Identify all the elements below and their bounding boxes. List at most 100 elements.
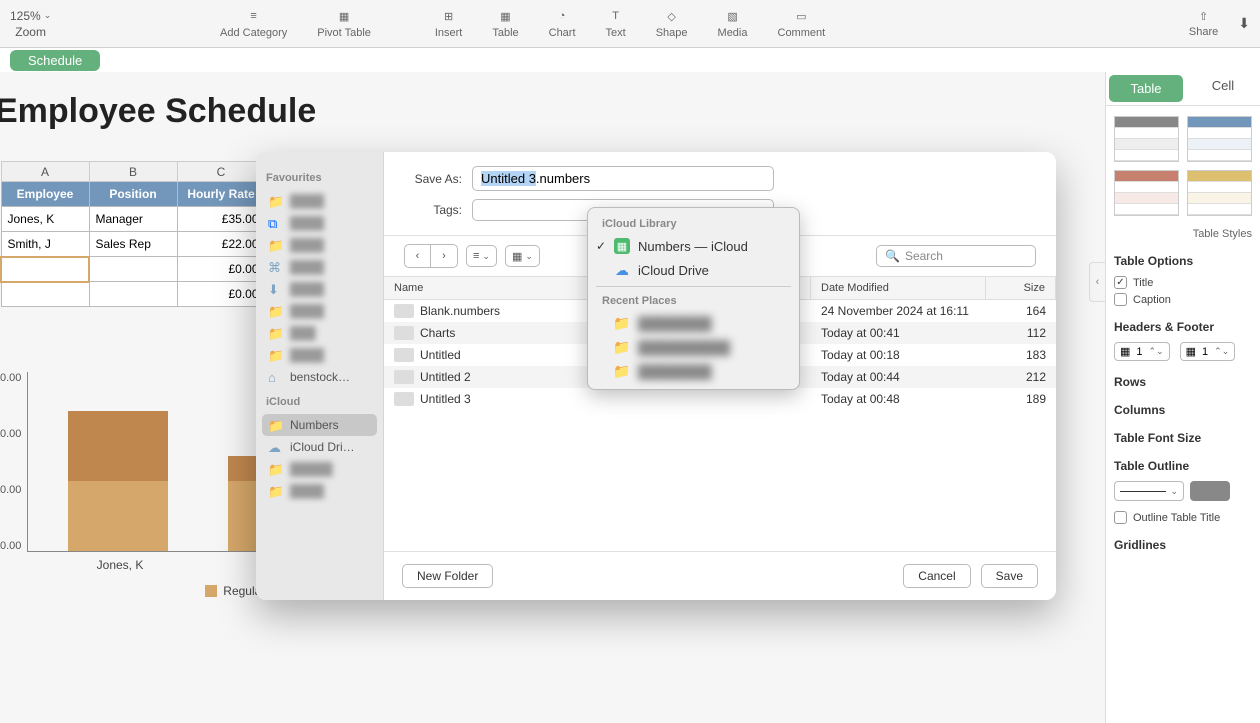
sheet-tab-schedule[interactable]: Schedule (10, 50, 100, 71)
file-icon (394, 370, 414, 384)
folder-icon: 📁 (268, 304, 284, 318)
popup-item-icloud-drive[interactable]: ☁iCloud Drive (588, 258, 799, 282)
cell[interactable]: Sales Rep (89, 232, 177, 257)
search-field[interactable]: 🔍Search (876, 245, 1036, 267)
spreadsheet-table[interactable]: ABC EmployeePositionHourly Rate Jones, K… (0, 161, 266, 307)
sidebar-item[interactable]: 📁████ (262, 190, 377, 212)
table-style-thumb[interactable] (1114, 116, 1179, 162)
list-view-button[interactable]: ≡⌄ (466, 245, 497, 267)
sidebar-item[interactable]: 📁████ (262, 344, 377, 366)
file-row[interactable]: Untitled 3Today at 00:48189 (384, 388, 1056, 410)
checkbox-checked-icon: ✓ (1114, 276, 1127, 289)
sidebar-header-favourites: Favourites (266, 172, 373, 184)
popup-item-recent[interactable]: 📁██████████ (588, 335, 799, 359)
sidebar-item[interactable]: 📁████ (262, 300, 377, 322)
rows-label[interactable]: Rows (1114, 375, 1252, 389)
popup-item-recent[interactable]: 📁████████ (588, 311, 799, 335)
cell[interactable]: Jones, K (1, 207, 89, 232)
share-button[interactable]: ⇧Share (1189, 10, 1218, 38)
grid-icon: ▦ (1186, 345, 1196, 358)
shape-button[interactable]: ◇Shape (656, 8, 688, 39)
back-button[interactable]: ‹ (405, 245, 431, 267)
title-checkbox-row[interactable]: ✓Title (1114, 276, 1252, 289)
cell[interactable]: Manager (89, 207, 177, 232)
cell[interactable]: £0.00 (177, 257, 265, 282)
dialog-sidebar: Favourites 📁████ ⧉████ 📁████ ⌘████ ⬇████… (256, 152, 384, 600)
table-style-thumb[interactable] (1187, 170, 1252, 216)
sidebar-item-numbers[interactable]: 📁Numbers (262, 414, 377, 436)
sidebar-item[interactable]: ⧉████ (262, 212, 377, 234)
add-category-button[interactable]: ≡Add Category (220, 8, 287, 39)
chart-button[interactable]: ◔Chart (549, 8, 576, 39)
file-icon (394, 326, 414, 340)
outline-title-checkbox-row[interactable]: Outline Table Title (1114, 511, 1252, 524)
inspector-tab-cell[interactable]: Cell (1186, 72, 1260, 105)
sidebar-item-icloud-drive[interactable]: ☁iCloud Dri… (262, 436, 377, 458)
popup-item-recent[interactable]: 📁████████ (588, 359, 799, 383)
sidebar-item[interactable]: 📁███ (262, 322, 377, 344)
cancel-button[interactable]: Cancel (903, 564, 970, 588)
column-header[interactable]: B (89, 162, 177, 182)
tags-label: Tags: (404, 203, 462, 217)
save-button[interactable]: Save (981, 564, 1038, 588)
text-button[interactable]: TText (606, 8, 626, 39)
outline-color[interactable] (1190, 481, 1230, 501)
sidebar-item[interactable]: 📁█████ (262, 458, 377, 480)
header-cell[interactable]: Hourly Rate (177, 182, 265, 207)
column-header[interactable]: C (177, 162, 265, 182)
zoom-button[interactable]: 125%⌄ Zoom (10, 9, 51, 39)
popup-item-numbers-icloud[interactable]: ✓▦Numbers — iCloud (588, 234, 799, 258)
download-icon: ⬇ (268, 282, 284, 296)
comment-button[interactable]: ▭Comment (778, 8, 826, 39)
comment-icon: ▭ (791, 8, 811, 24)
font-size-label: Table Font Size (1114, 431, 1252, 445)
folder-icon: 📁 (614, 339, 630, 355)
cell[interactable] (89, 282, 177, 307)
header-cell[interactable]: Position (89, 182, 177, 207)
cell[interactable]: £35.00 (177, 207, 265, 232)
folder-icon: 📁 (268, 484, 284, 498)
separator (596, 286, 791, 287)
caption-checkbox-row[interactable]: Caption (1114, 293, 1252, 306)
column-header[interactable]: A (1, 162, 89, 182)
cell[interactable]: Smith, J (1, 232, 89, 257)
document-title: Employee Schedule (0, 92, 1105, 131)
new-folder-button[interactable]: New Folder (402, 564, 493, 588)
folder-icon: 📁 (268, 348, 284, 362)
table-styles-grid[interactable] (1114, 116, 1252, 216)
sidebar-item[interactable]: 📁████ (262, 234, 377, 256)
forward-button[interactable]: › (431, 245, 457, 267)
cell[interactable]: £0.00 (177, 282, 265, 307)
collapse-toolbar-icon[interactable]: ⬇ (1238, 15, 1250, 32)
filename-input[interactable]: Untitled 3.numbers (472, 166, 774, 191)
cell[interactable]: £22.00 (177, 232, 265, 257)
cloud-icon: ☁ (614, 262, 630, 278)
selected-cell[interactable] (1, 257, 89, 282)
table-button[interactable]: ▦Table (492, 8, 518, 39)
inspector-collapse-button[interactable]: ‹ (1089, 262, 1105, 302)
location-dropdown[interactable]: iCloud Library ✓▦Numbers — iCloud ☁iClou… (587, 207, 800, 390)
insert-button[interactable]: ⊞Insert (435, 8, 463, 39)
outline-style-select[interactable]: ⌄ (1114, 481, 1184, 501)
sidebar-item[interactable]: 📁████ (262, 480, 377, 502)
cell[interactable] (1, 282, 89, 307)
table-style-thumb[interactable] (1114, 170, 1179, 216)
media-button[interactable]: ▧Media (718, 8, 748, 39)
inspector-tab-table[interactable]: Table (1109, 75, 1183, 102)
column-header-date[interactable]: Date Modified (811, 277, 986, 299)
sidebar-item-home[interactable]: ⌂benstock… (262, 366, 377, 388)
list-icon: ≡ (473, 250, 479, 262)
header-cols-stepper[interactable]: ▦1⌃⌄ (1180, 342, 1236, 361)
sidebar-item[interactable]: ⌘████ (262, 256, 377, 278)
header-rows-stepper[interactable]: ▦1⌃⌄ (1114, 342, 1170, 361)
header-cell[interactable]: Employee (1, 182, 89, 207)
cell[interactable] (89, 257, 177, 282)
nav-back-forward[interactable]: ‹ › (404, 244, 458, 268)
table-style-thumb[interactable] (1187, 116, 1252, 162)
columns-label[interactable]: Columns (1114, 403, 1252, 417)
apps-icon: ⌘ (268, 260, 284, 274)
column-header-size[interactable]: Size (986, 277, 1056, 299)
pivot-table-button[interactable]: ▦Pivot Table (317, 8, 371, 39)
sidebar-item[interactable]: ⬇████ (262, 278, 377, 300)
group-view-button[interactable]: ▦⌄ (505, 245, 540, 267)
